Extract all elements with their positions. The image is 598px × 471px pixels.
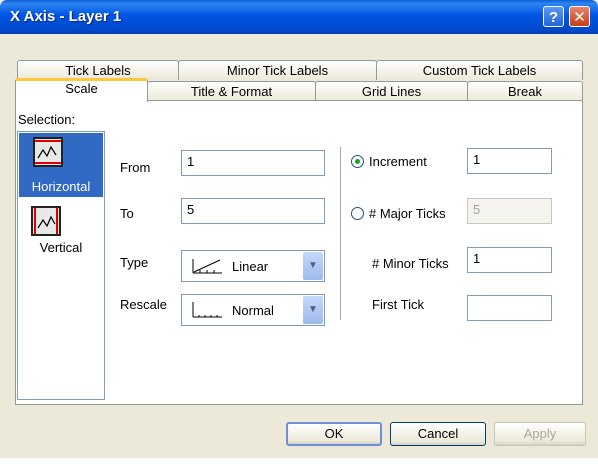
help-button[interactable]: ?: [543, 6, 564, 27]
tab-break[interactable]: Break: [467, 81, 583, 101]
chevron-down-icon[interactable]: ▼: [303, 296, 323, 324]
tab-grid-lines[interactable]: Grid Lines: [315, 81, 468, 101]
tab-title-format[interactable]: Title & Format: [147, 81, 316, 101]
selection-list[interactable]: Horizontal Vertical: [17, 131, 105, 400]
increment-label[interactable]: Increment: [369, 154, 427, 169]
from-input[interactable]: 1: [181, 150, 325, 176]
axis-dialog: X Axis - Layer 1 ? ✕ Tick Labels Minor T…: [0, 0, 598, 458]
increment-radio[interactable]: [351, 155, 364, 168]
dialog-title: X Axis - Layer 1: [10, 8, 122, 25]
rescale-value: Normal: [232, 303, 274, 318]
selection-item-horizontal[interactable]: Horizontal: [19, 133, 103, 197]
rescale-normal-icon: [192, 302, 222, 318]
increment-input[interactable]: 1: [467, 148, 552, 174]
from-label: From: [120, 160, 151, 175]
to-input[interactable]: 5: [181, 198, 325, 224]
tab-scale[interactable]: Scale: [15, 78, 148, 102]
first-tick-input[interactable]: [467, 295, 552, 321]
vertical-axis-icon: [31, 206, 61, 236]
minor-ticks-label: # Minor Ticks: [372, 256, 449, 271]
first-tick-label: First Tick: [372, 297, 424, 312]
chevron-down-icon[interactable]: ▼: [303, 252, 323, 280]
horizontal-axis-icon: [33, 137, 63, 167]
minor-ticks-input[interactable]: 1: [467, 247, 552, 273]
major-ticks-radio[interactable]: [351, 207, 364, 220]
to-label: To: [120, 206, 134, 221]
cancel-button[interactable]: Cancel: [390, 422, 486, 446]
type-label: Type: [120, 255, 149, 270]
title-bar[interactable]: X Axis - Layer 1 ? ✕: [0, 0, 598, 34]
selection-item-label: Vertical: [39, 240, 83, 255]
selection-item-label: Horizontal: [31, 179, 91, 194]
major-ticks-input[interactable]: 5: [467, 198, 552, 224]
tab-minor-tick-labels[interactable]: Minor Tick Labels: [178, 60, 377, 80]
apply-button[interactable]: Apply: [494, 422, 586, 446]
close-button[interactable]: ✕: [569, 6, 590, 27]
linear-scale-icon: [192, 259, 222, 274]
ok-button[interactable]: OK: [286, 422, 382, 446]
selection-item-vertical[interactable]: Vertical: [19, 202, 103, 266]
tab-tick-labels[interactable]: Tick Labels: [17, 60, 179, 80]
selection-label: Selection:: [18, 112, 76, 127]
major-ticks-label[interactable]: # Major Ticks: [369, 206, 446, 221]
rescale-label: Rescale: [120, 297, 167, 312]
type-select[interactable]: Linear ▼: [181, 250, 325, 282]
rescale-select[interactable]: Normal ▼: [181, 294, 325, 326]
type-value: Linear: [232, 259, 269, 274]
tab-custom-tick-labels[interactable]: Custom Tick Labels: [376, 60, 583, 80]
section-divider: [340, 147, 344, 320]
